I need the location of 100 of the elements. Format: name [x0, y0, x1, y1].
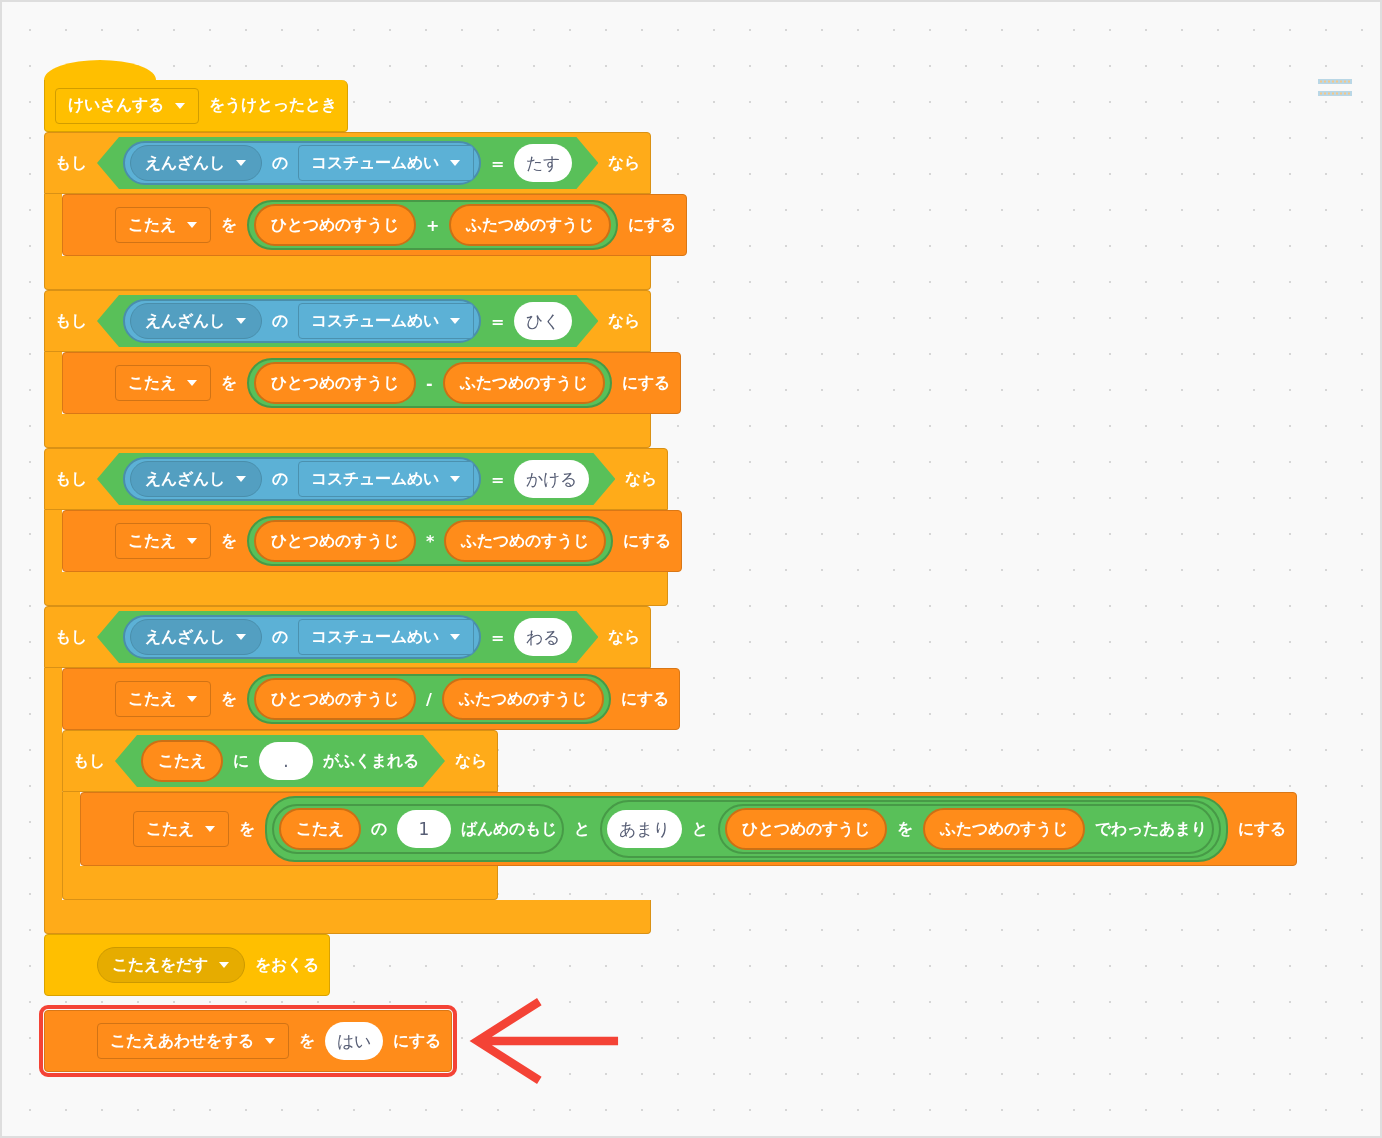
- value-input[interactable]: はい: [325, 1022, 383, 1060]
- dropdown-menu[interactable]: えんざんし: [130, 303, 262, 339]
- block-text: でわったあまり: [1095, 818, 1207, 840]
- striped-bars-icon[interactable]: [1318, 78, 1352, 98]
- command-block[interactable]: こたえをだす をおくる: [44, 934, 330, 996]
- variable-reporter[interactable]: こたえ: [141, 740, 223, 782]
- block-text: もし: [73, 750, 105, 772]
- reporter-block[interactable]: えんざんし の コスチュームめい: [123, 141, 481, 185]
- boolean-block[interactable]: えんざんし の コスチュームめい = わる: [97, 611, 599, 663]
- value-input[interactable]: わる: [514, 618, 573, 656]
- value-input[interactable]: あまり: [607, 810, 682, 848]
- dropdown-field[interactable]: こたえ: [115, 523, 211, 559]
- variable-reporter[interactable]: ふたつめのすうじ: [449, 204, 612, 246]
- block-text: にする: [393, 1030, 441, 1052]
- block-text: にする: [623, 530, 672, 552]
- dropdown-field[interactable]: こたえ: [115, 365, 211, 401]
- block-text: もし: [55, 468, 87, 490]
- if-block-top[interactable]: もし えんざんし の コスチュームめい = かける なら: [44, 448, 669, 510]
- dropdown-field[interactable]: コスチュームめい: [298, 461, 474, 497]
- command-block[interactable]: こたえ を ひとつめのすうじ * ふたつめのすうじ にする: [62, 510, 683, 572]
- variable-reporter[interactable]: ひとつめのすうじ: [254, 520, 416, 562]
- dropdown-field[interactable]: コスチュームめい: [298, 619, 474, 655]
- caret-icon: [204, 825, 216, 833]
- if-block-top[interactable]: もし こたえ に . がふくまれる なら: [62, 730, 498, 792]
- hat-block[interactable]: けいさんする をうけとったとき: [44, 80, 348, 132]
- block-text: /: [426, 689, 432, 709]
- reporter-block[interactable]: こたえ の 1 ばんめのもじ: [272, 804, 564, 854]
- variable-reporter[interactable]: ひとつめのすうじ: [254, 362, 416, 404]
- dropdown-menu[interactable]: えんざんし: [130, 619, 262, 655]
- dropdown-field[interactable]: こたえあわせをする: [97, 1023, 289, 1059]
- value-input[interactable]: ひく: [514, 302, 573, 340]
- block-text: =: [491, 311, 505, 331]
- block-text: を: [221, 530, 237, 552]
- caret-icon: [235, 159, 247, 167]
- reporter-block[interactable]: ひとつめのすうじ - ふたつめのすうじ: [247, 358, 612, 408]
- block-text: *: [426, 531, 435, 551]
- reporter-block[interactable]: ひとつめのすうじ * ふたつめのすうじ: [247, 516, 614, 566]
- variable-reporter[interactable]: ひとつめのすうじ: [254, 204, 416, 246]
- caret-icon: [186, 537, 198, 545]
- caret-icon: [235, 633, 247, 641]
- block-text: なら: [625, 468, 658, 490]
- block-text: をおくる: [255, 954, 319, 976]
- block-text: なら: [455, 750, 487, 772]
- dropdown-field[interactable]: コスチュームめい: [298, 145, 474, 181]
- block-text: がふくまれる: [323, 750, 419, 772]
- if-block-arm: [44, 352, 62, 414]
- dropdown-field[interactable]: コスチュームめい: [298, 303, 474, 339]
- block-text: =: [491, 627, 505, 647]
- command-block[interactable]: こたえ を ひとつめのすうじ + ふたつめのすうじ にする: [62, 194, 688, 256]
- boolean-block[interactable]: えんざんし の コスチュームめい = かける: [97, 453, 616, 505]
- command-block[interactable]: こたえ を ひとつめのすうじ / ふたつめのすうじ にする: [62, 668, 680, 730]
- block-text: と: [574, 818, 590, 840]
- reporter-block[interactable]: ひとつめのすうじ / ふたつめのすうじ: [247, 674, 611, 724]
- block-text: の: [272, 626, 288, 648]
- dropdown-field[interactable]: こたえ: [115, 207, 211, 243]
- value-input[interactable]: かける: [514, 460, 590, 498]
- if-block-arm: [44, 194, 62, 256]
- variable-reporter[interactable]: ふたつめのすうじ: [444, 520, 607, 562]
- dropdown-menu[interactable]: えんざんし: [130, 145, 262, 181]
- dropdown-field[interactable]: こたえ: [133, 811, 229, 847]
- reporter-block[interactable]: ひとつめのすうじ を ふたつめのすうじ でわったあまり: [718, 804, 1214, 854]
- reporter-block[interactable]: えんざんし の コスチュームめい: [123, 299, 481, 343]
- block-text: を: [897, 818, 913, 840]
- block-text: なら: [608, 310, 641, 332]
- block-text: を: [221, 372, 237, 394]
- block-text: の: [371, 818, 387, 840]
- dropdown-field[interactable]: けいさんする: [55, 87, 199, 124]
- variable-reporter[interactable]: ひとつめのすうじ: [254, 678, 416, 720]
- reporter-block[interactable]: あまり と ひとつめのすうじ を ふたつめのすうじ でわったあまり: [600, 800, 1221, 858]
- variable-reporter[interactable]: ふたつめのすうじ: [441, 678, 604, 720]
- variable-reporter[interactable]: ひとつめのすうじ: [725, 808, 887, 850]
- block-text: ばんめのもじ: [461, 818, 557, 840]
- block-text: なら: [608, 626, 641, 648]
- if-block-top[interactable]: もし えんざんし の コスチュームめい = わる なら: [44, 606, 652, 668]
- if-block-top[interactable]: もし えんざんし の コスチュームめい = ひく なら: [44, 290, 652, 352]
- block-text: を: [221, 214, 237, 236]
- boolean-block[interactable]: えんざんし の コスチュームめい = ひく: [97, 295, 599, 347]
- variable-reporter[interactable]: ふたつめのすうじ: [923, 808, 1085, 850]
- boolean-block[interactable]: えんざんし の コスチュームめい = たす: [97, 137, 599, 189]
- command-block[interactable]: こたえ を ひとつめのすうじ - ふたつめのすうじ にする: [62, 352, 681, 414]
- block-text: にする: [620, 688, 669, 710]
- block-text: もし: [55, 152, 87, 174]
- variable-reporter[interactable]: こたえ: [279, 808, 361, 850]
- value-input[interactable]: 1: [397, 810, 451, 848]
- dropdown-menu[interactable]: こたえをだす: [97, 947, 245, 983]
- reporter-block[interactable]: えんざんし の コスチュームめい: [123, 457, 481, 501]
- boolean-block[interactable]: こたえ に . がふくまれる: [115, 735, 445, 787]
- block-text: もし: [55, 310, 87, 332]
- dropdown-menu[interactable]: えんざんし: [130, 461, 262, 497]
- variable-reporter[interactable]: ふたつめのすうじ: [442, 362, 605, 404]
- reporter-block[interactable]: こたえ の 1 ばんめのもじ と あまり と ひとつめのすうじ を ふたつめのすうじ でわったあまり: [265, 796, 1228, 862]
- if-block-top[interactable]: もし えんざんし の コスチュームめい = たす なら: [44, 132, 652, 194]
- reporter-block[interactable]: ひとつめのすうじ + ふたつめのすうじ: [247, 200, 619, 250]
- value-input[interactable]: .: [259, 742, 313, 780]
- block-text: =: [491, 469, 505, 489]
- caret-icon: [449, 317, 461, 325]
- value-input[interactable]: たす: [514, 144, 573, 182]
- reporter-block[interactable]: えんざんし の コスチュームめい: [123, 615, 481, 659]
- dropdown-field[interactable]: こたえ: [115, 681, 211, 717]
- command-block[interactable]: こたえ を こたえ の 1 ばんめのもじ と あまり と ひとつめのすうじ を ふたつめのすうじ でわったあまり にする: [80, 792, 1297, 866]
